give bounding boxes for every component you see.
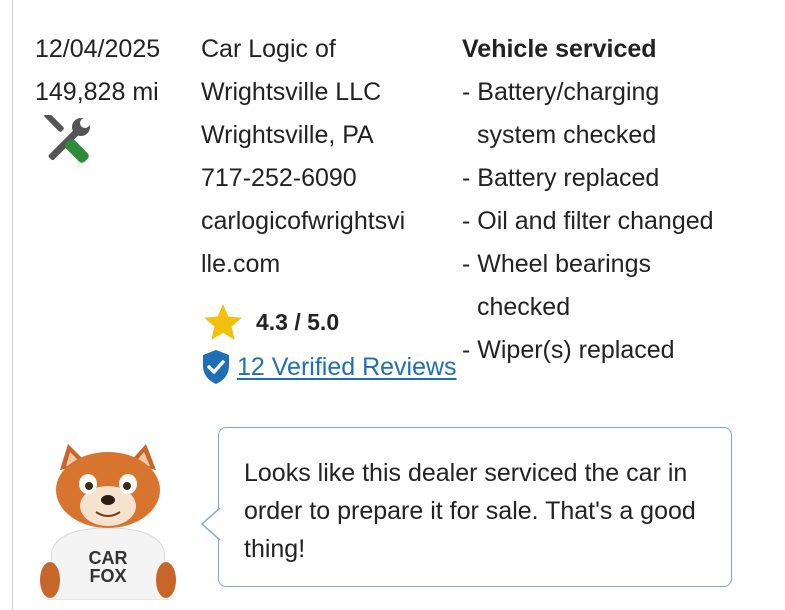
shop-name-line1: Car Logic of — [201, 35, 336, 63]
odometer-reading: 149,828 mi — [35, 78, 159, 106]
verified-reviews-link[interactable]: 12 Verified Reviews — [237, 353, 457, 382]
service-item: - Wiper(s) replaced — [462, 336, 675, 364]
verified-reviews[interactable]: 12 Verified Reviews — [200, 348, 457, 386]
service-item-continuation: checked — [477, 293, 571, 321]
service-details-column: Vehicle serviced - Battery/charging syst… — [462, 28, 762, 372]
service-date: 12/04/2025 — [35, 35, 161, 63]
rating-score: 4.3 / 5.0 — [256, 308, 340, 335]
service-item-continuation: system checked — [477, 121, 657, 149]
carfox-shirt-line1: CAR — [89, 548, 128, 568]
carfox-mascot: CAR FOX — [40, 444, 176, 600]
service-shop-column: Car Logic of Wrightsville LLC Wrightsvil… — [201, 28, 451, 286]
shop-rating: 4.3 / 5.0 — [203, 302, 339, 342]
record-date-column: 12/04/2025 149,828 mi — [35, 28, 160, 114]
service-item: - Battery/charging — [462, 78, 660, 106]
shop-location: Wrightsville, PA — [201, 121, 374, 149]
shop-name-line2: Wrightsville LLC — [201, 78, 382, 106]
shop-website-line1[interactable]: carlogicofwrightsvi — [201, 200, 451, 243]
service-item: - Oil and filter changed — [462, 207, 714, 235]
speech-bubble-tail — [200, 507, 221, 541]
verified-shield-icon — [203, 350, 229, 384]
carfox-shirt-line2: FOX — [89, 566, 126, 586]
star-icon — [204, 304, 242, 340]
tools-icon — [44, 115, 90, 163]
shop-website-line2[interactable]: lle.com — [201, 243, 451, 286]
service-item: - Battery replaced — [462, 164, 660, 192]
service-title: Vehicle serviced — [462, 35, 657, 63]
shop-phone[interactable]: 717-252-6090 — [201, 157, 451, 200]
service-item: - Wheel bearings — [462, 250, 651, 278]
carfox-speech-bubble: Looks like this dealer serviced the car … — [218, 427, 732, 587]
carfox-message: Looks like this dealer serviced the car … — [244, 459, 696, 563]
